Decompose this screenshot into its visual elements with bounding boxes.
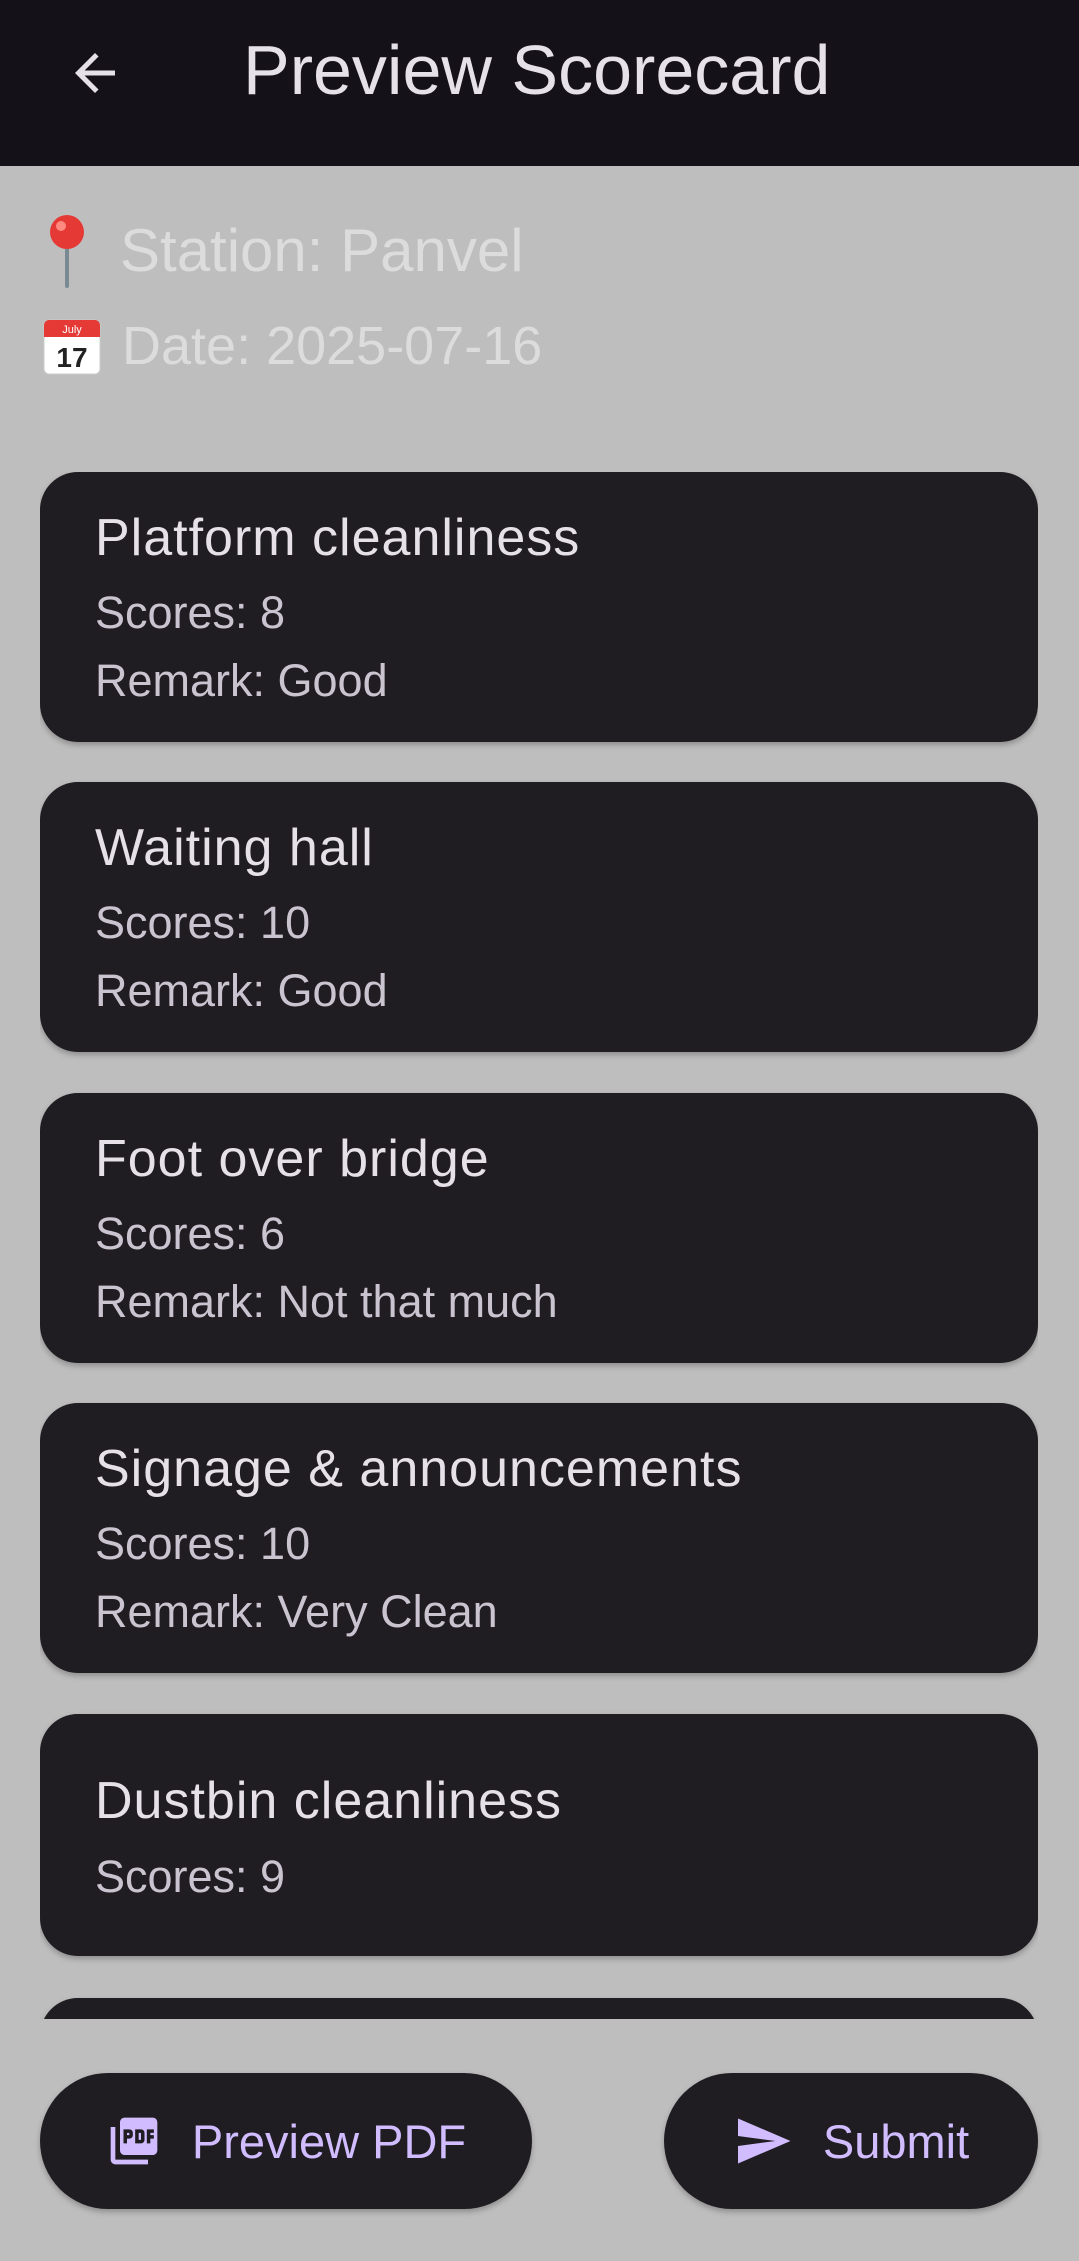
station-text: Station: Panvel xyxy=(120,216,524,284)
card-scores: Scores: 6 xyxy=(95,1208,286,1259)
score-card: Platform cleanliness Scores: 8 Remark: G… xyxy=(40,472,1038,742)
card-remark: Remark: Good xyxy=(95,965,388,1016)
preview-pdf-button[interactable]: Preview PDF xyxy=(40,2073,532,2209)
card-remark: Remark: Very Clean xyxy=(95,1586,498,1637)
card-title: Waiting hall xyxy=(95,819,374,877)
card-remark: Remark: Not that much xyxy=(95,1276,558,1327)
card-title: Foot over bridge xyxy=(95,1130,490,1188)
card-scores: Scores: 9 xyxy=(95,1851,286,1902)
submit-button[interactable]: Submit xyxy=(664,2073,1038,2209)
date-text: Date: 2025-07-16 xyxy=(122,316,543,376)
page-title: Preview Scorecard xyxy=(243,31,831,109)
send-icon xyxy=(733,2111,793,2171)
calendar-icon: July 17 xyxy=(42,316,102,376)
card-title: Signage & announcements xyxy=(95,1440,743,1498)
calendar-month: July xyxy=(62,324,82,336)
score-card: Dustbin cleanliness Scores: 9 xyxy=(40,1714,1038,1956)
score-card: Waiting hall Scores: 10 Remark: Good xyxy=(40,782,1038,1052)
arrow-back-icon xyxy=(65,43,125,108)
card-title: Dustbin cleanliness xyxy=(95,1772,563,1830)
card-scores: Scores: 10 xyxy=(95,897,311,948)
card-scores: Scores: 10 xyxy=(95,1518,311,1569)
station-info: Station: Panvel xyxy=(42,210,524,290)
score-card: Signage & announcements Scores: 10 Remar… xyxy=(40,1403,1038,1673)
calendar-day: 17 xyxy=(56,342,87,373)
date-info: July 17 Date: 2025-07-16 xyxy=(42,308,542,384)
score-card xyxy=(40,1998,1038,2019)
card-title: Platform cleanliness xyxy=(95,509,581,567)
score-card: Foot over bridge Scores: 6 Remark: Not t… xyxy=(40,1093,1038,1363)
back-button[interactable] xyxy=(50,30,140,120)
pdf-icon xyxy=(106,2113,162,2169)
pin-icon xyxy=(42,210,92,290)
submit-label: Submit xyxy=(822,2114,970,2168)
preview-pdf-label: Preview PDF xyxy=(191,2114,467,2168)
card-scores: Scores: 8 xyxy=(95,587,286,638)
card-remark: Remark: Good xyxy=(95,655,388,706)
score-list[interactable]: Platform cleanliness Scores: 8 Remark: G… xyxy=(40,472,1038,2019)
app-bar: Preview Scorecard xyxy=(0,0,1079,166)
